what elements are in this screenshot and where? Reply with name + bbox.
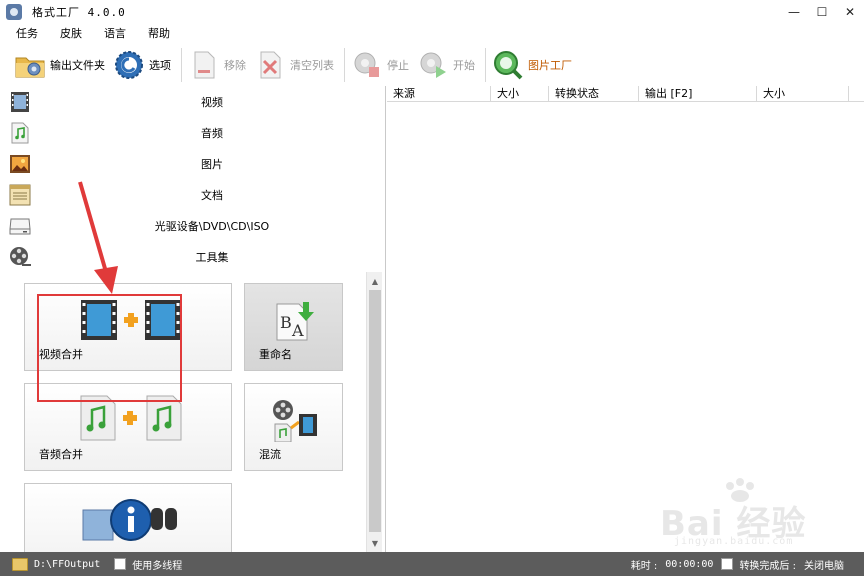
toolbar-separator bbox=[181, 48, 182, 82]
scroll-thumb[interactable] bbox=[369, 290, 381, 532]
toolbar-separator bbox=[485, 48, 486, 82]
after-done-label: 转换完成后 : bbox=[739, 560, 796, 572]
toolbox-scrollbar[interactable]: ▲ ▼ bbox=[366, 272, 382, 552]
film-icon bbox=[8, 90, 32, 114]
status-bar: D:\FFOutput 使用多线程 耗时 : 00:00:00 转换完成后 : … bbox=[0, 552, 864, 576]
scroll-down-arrow-icon[interactable]: ▼ bbox=[368, 536, 382, 550]
title-bar: 格式工厂 4.0.0 — ☐ ✕ bbox=[0, 0, 864, 24]
after-done-checkbox[interactable] bbox=[721, 558, 734, 570]
picture-icon bbox=[8, 152, 32, 176]
rename-icon: BA bbox=[273, 298, 317, 345]
info-binoculars-icon bbox=[81, 492, 181, 551]
output-path[interactable]: D:\FFOutput bbox=[34, 559, 100, 570]
output-folder-label: 输出文件夹 bbox=[50, 59, 105, 72]
column-output[interactable]: 输出 [F2] bbox=[639, 86, 757, 102]
window-controls: — ☐ ✕ bbox=[780, 0, 864, 24]
maximize-button[interactable]: ☐ bbox=[808, 0, 836, 24]
category-disc-label: 光驱设备\DVD\CD\ISO bbox=[154, 220, 270, 233]
svg-text:A: A bbox=[291, 321, 304, 340]
multithread-label: 使用多线程 bbox=[132, 560, 183, 572]
document-icon bbox=[8, 183, 32, 207]
close-button[interactable]: ✕ bbox=[836, 0, 864, 24]
toolbar-separator bbox=[344, 48, 345, 82]
menu-skin[interactable]: 皮肤 bbox=[56, 25, 86, 41]
annotation-highlight-box bbox=[37, 294, 182, 402]
rename-label: 重命名 bbox=[259, 348, 292, 361]
menu-task[interactable]: 任务 bbox=[12, 25, 42, 41]
menu-help[interactable]: 帮助 bbox=[144, 25, 174, 41]
column-size[interactable]: 大小 bbox=[491, 86, 549, 102]
remove-document-icon bbox=[188, 49, 220, 81]
category-toolbox[interactable]: 工具集 bbox=[0, 242, 384, 272]
column-status[interactable]: 转换状态 bbox=[549, 86, 639, 102]
music-note-icon bbox=[8, 121, 32, 145]
menu-bar: 任务 皮肤 语言 帮助 bbox=[0, 24, 864, 42]
status-right-group: 耗时 : 00:00:00 转换完成后 : 关闭电脑 bbox=[631, 552, 844, 576]
clear-x-icon bbox=[254, 49, 286, 81]
category-document-label: 文档 bbox=[201, 189, 223, 202]
audio-merge-label: 音频合并 bbox=[39, 448, 83, 461]
picture-factory-button[interactable]: 图片工厂 bbox=[492, 47, 572, 83]
mux-label: 混流 bbox=[259, 448, 281, 461]
column-source[interactable]: 来源 bbox=[387, 86, 491, 102]
category-toolbox-label: 工具集 bbox=[195, 251, 229, 264]
start-button[interactable]: 开始 bbox=[417, 47, 475, 83]
category-disc[interactable]: 光驱设备\DVD\CD\ISO bbox=[0, 211, 384, 241]
minimize-button[interactable]: — bbox=[780, 0, 808, 24]
annotation-arrow-icon bbox=[78, 181, 118, 294]
category-audio[interactable]: 音频 bbox=[0, 118, 384, 148]
task-list-header: 来源 大小 转换状态 输出 [F2] 大小 bbox=[387, 86, 864, 102]
mux-icon bbox=[269, 398, 319, 445]
column-output-size[interactable]: 大小 bbox=[757, 86, 849, 102]
clear-list-label: 清空列表 bbox=[290, 59, 334, 72]
options-gear-icon bbox=[113, 49, 145, 81]
rename-tool[interactable]: BA 重命名 bbox=[244, 283, 343, 371]
category-document[interactable]: 文档 bbox=[0, 180, 384, 210]
category-picture-label: 图片 bbox=[201, 158, 223, 171]
picture-factory-label: 图片工厂 bbox=[528, 59, 572, 72]
stop-label: 停止 bbox=[387, 59, 409, 72]
options-button[interactable]: 选项 bbox=[113, 47, 171, 83]
stop-icon bbox=[351, 49, 383, 81]
remove-label: 移除 bbox=[224, 59, 246, 72]
clear-list-button[interactable]: 清空列表 bbox=[254, 47, 334, 83]
window-title: 格式工厂 4.0.0 bbox=[32, 6, 126, 19]
category-picture[interactable]: 图片 bbox=[0, 149, 384, 179]
category-video[interactable]: 视频 bbox=[0, 87, 384, 117]
category-audio-label: 音频 bbox=[201, 127, 223, 140]
folder-icon bbox=[14, 49, 46, 81]
film-reel-icon bbox=[8, 245, 32, 269]
media-info-tool[interactable] bbox=[24, 483, 232, 552]
svg-text:B: B bbox=[280, 313, 292, 332]
watermark-url: jingyan.baidu.com bbox=[674, 536, 794, 547]
elapsed-value: 00:00:00 bbox=[665, 558, 714, 570]
output-folder-button[interactable]: 输出文件夹 bbox=[14, 47, 105, 83]
elapsed-label: 耗时 : bbox=[630, 560, 658, 572]
start-icon bbox=[417, 49, 449, 81]
menu-language[interactable]: 语言 bbox=[100, 25, 130, 41]
stop-button[interactable]: 停止 bbox=[351, 47, 409, 83]
baidu-watermark: Bai 经验 jingyan.baidu.com bbox=[660, 478, 850, 550]
folder-icon[interactable] bbox=[12, 557, 28, 571]
disc-drive-icon bbox=[8, 214, 32, 238]
picture-factory-icon bbox=[492, 49, 524, 81]
options-label: 选项 bbox=[149, 59, 171, 72]
category-video-label: 视频 bbox=[201, 96, 223, 109]
mux-tool[interactable]: 混流 bbox=[244, 383, 343, 471]
remove-button[interactable]: 移除 bbox=[188, 47, 246, 83]
toolbar: 输出文件夹 选项 移除 清空列表 停止 开始 图片工厂 bbox=[0, 44, 864, 86]
app-icon bbox=[6, 4, 22, 20]
scroll-up-arrow-icon[interactable]: ▲ bbox=[368, 274, 382, 288]
after-done-action[interactable]: 关闭电脑 bbox=[804, 557, 844, 572]
start-label: 开始 bbox=[453, 59, 475, 72]
multithread-checkbox[interactable] bbox=[114, 558, 127, 570]
